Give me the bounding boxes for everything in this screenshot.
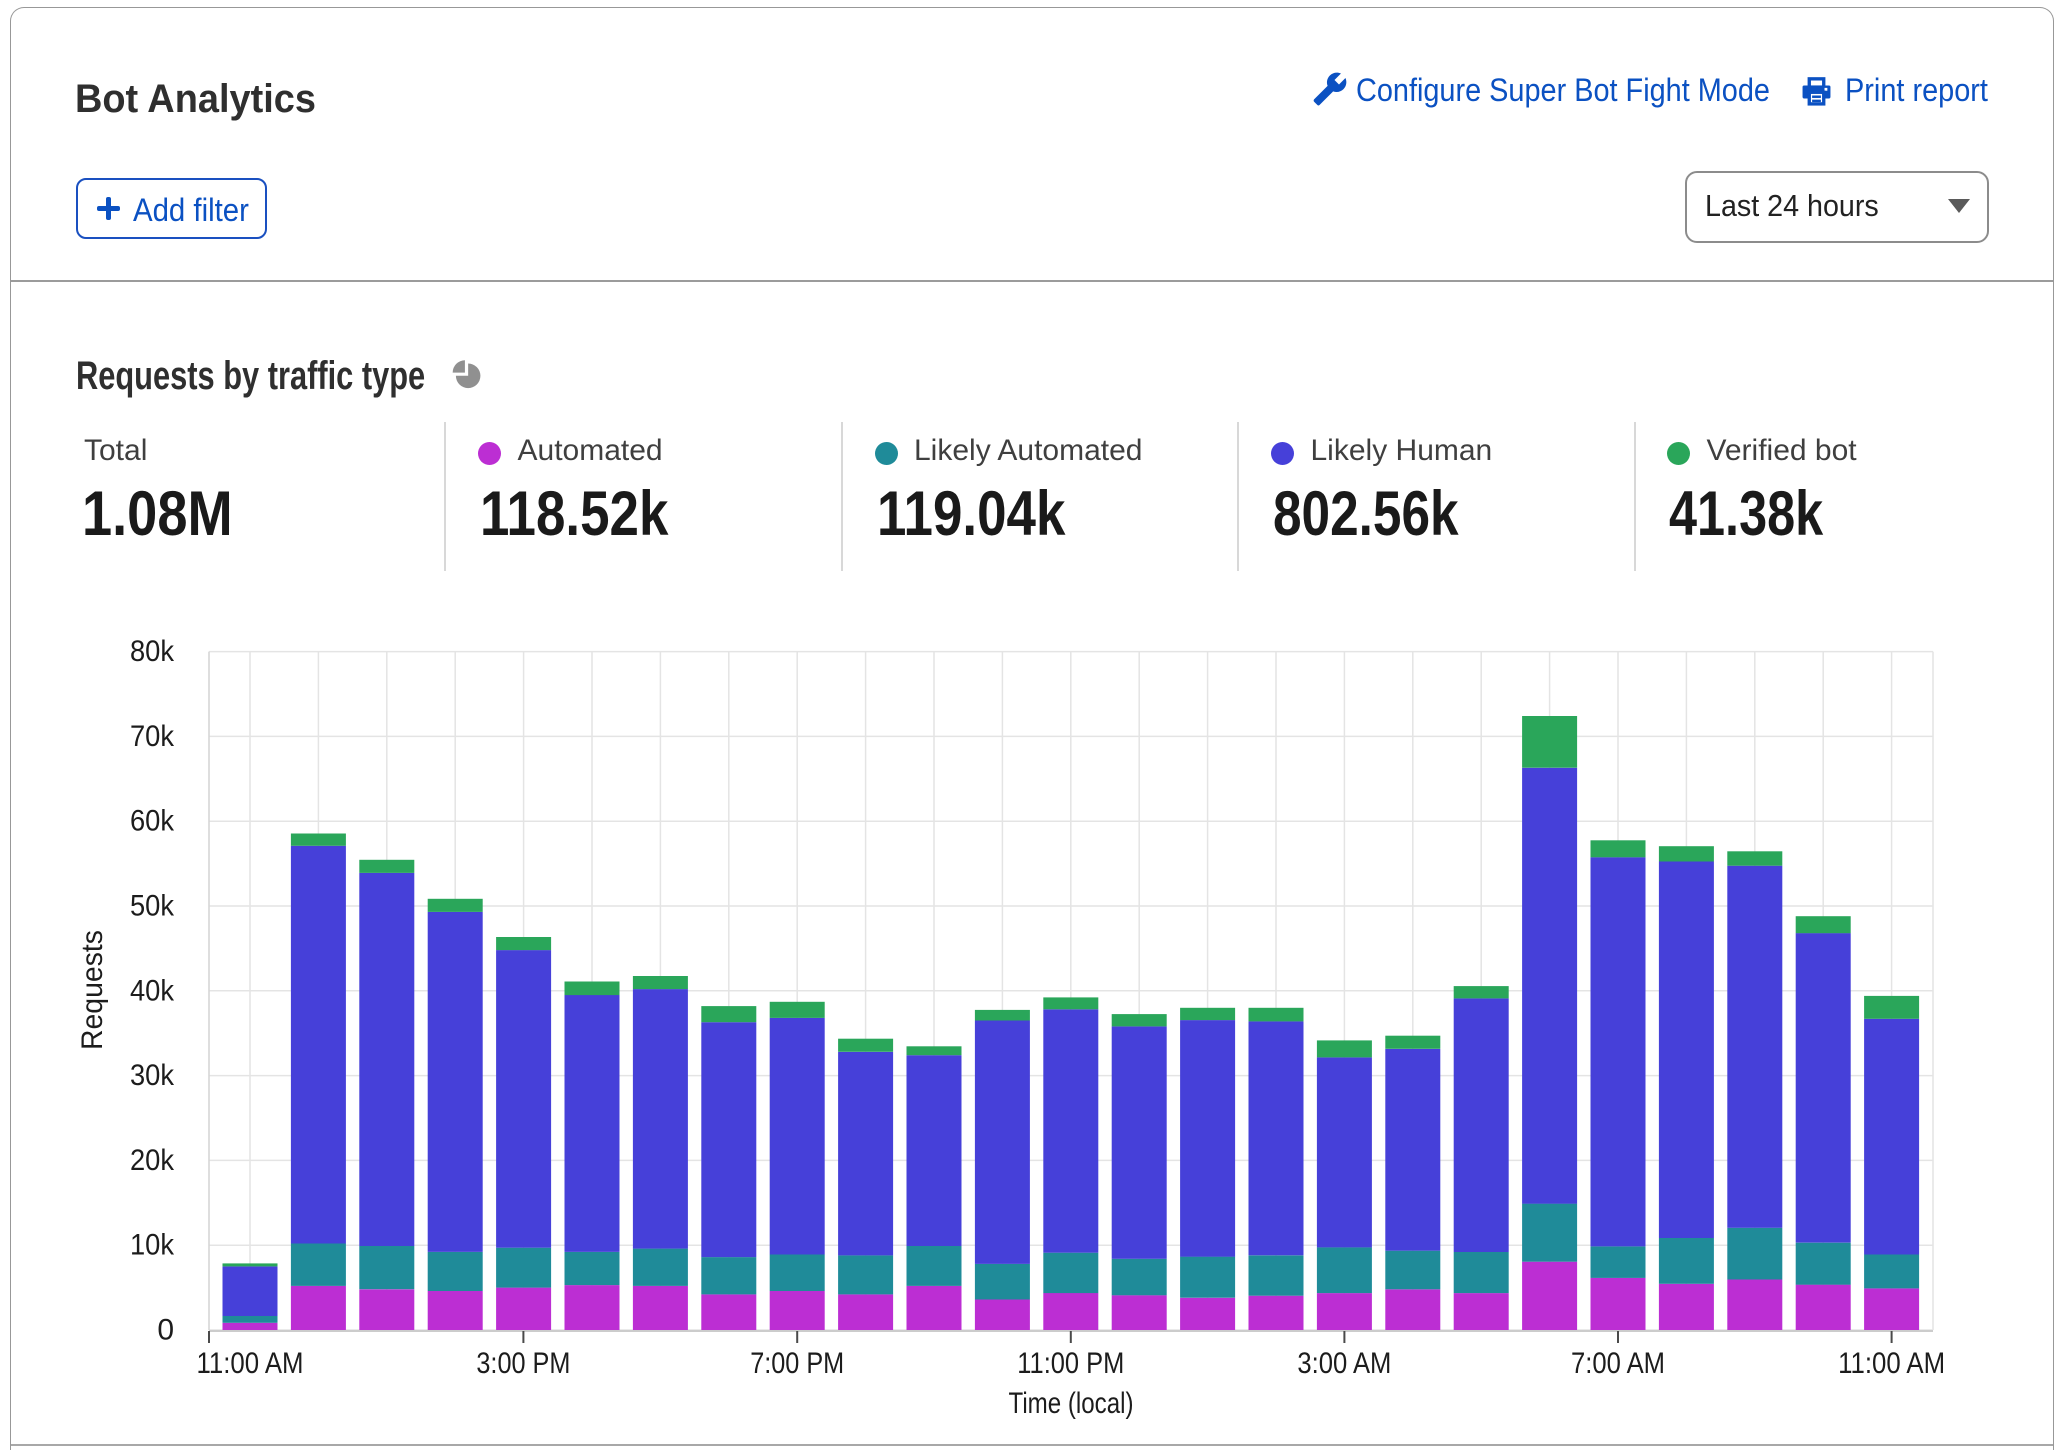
svg-text:80k: 80k — [130, 635, 175, 668]
svg-text:Time (local): Time (local) — [1009, 1387, 1134, 1420]
svg-text:11:00 AM: 11:00 AM — [1838, 1347, 1945, 1380]
svg-text:10k: 10k — [130, 1229, 175, 1262]
svg-text:30k: 30k — [130, 1059, 175, 1092]
svg-text:11:00 PM: 11:00 PM — [1017, 1347, 1124, 1380]
svg-text:50k: 50k — [130, 890, 175, 923]
svg-text:60k: 60k — [130, 805, 175, 838]
svg-text:20k: 20k — [130, 1144, 175, 1177]
svg-text:Requests: Requests — [76, 930, 109, 1050]
svg-text:40k: 40k — [130, 974, 175, 1007]
svg-text:7:00 AM: 7:00 AM — [1571, 1347, 1665, 1380]
svg-text:0: 0 — [157, 1314, 174, 1347]
svg-text:11:00 AM: 11:00 AM — [197, 1347, 304, 1380]
svg-text:3:00 PM: 3:00 PM — [476, 1347, 570, 1380]
svg-text:70k: 70k — [130, 720, 175, 753]
svg-text:3:00 AM: 3:00 AM — [1297, 1347, 1391, 1380]
svg-text:7:00 PM: 7:00 PM — [750, 1347, 844, 1380]
